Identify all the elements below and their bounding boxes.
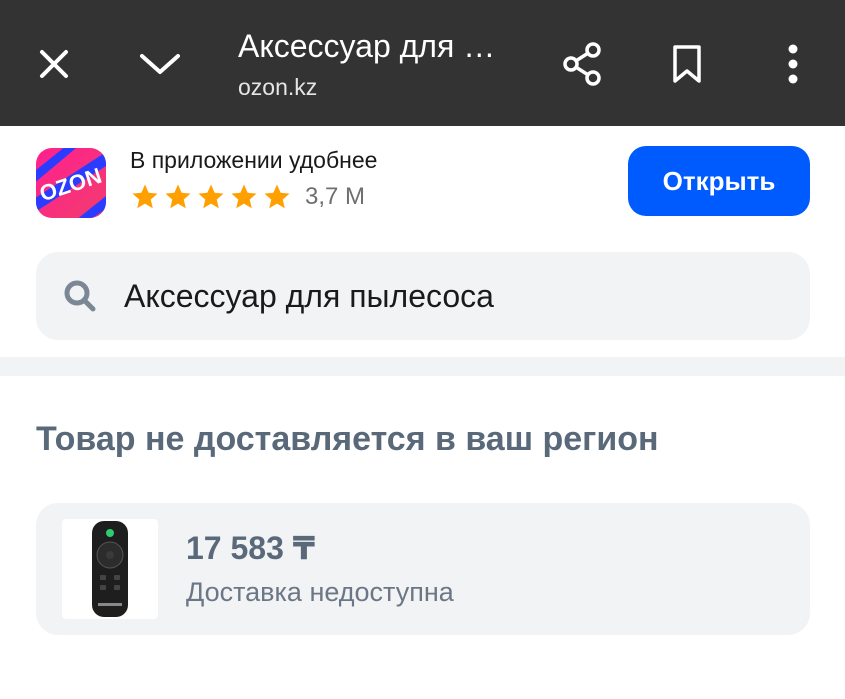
section-divider: [0, 357, 845, 376]
browser-toolbar: Аксессуар для … ozon.kz: [0, 0, 845, 126]
star-icon: [198, 184, 224, 209]
star-icon: [165, 184, 191, 209]
product-card[interactable]: 17 583 ₸ Доставка недоступна: [36, 503, 810, 635]
collapse-button[interactable]: [134, 40, 186, 88]
page-title: Аксессуар для …: [238, 28, 496, 64]
star-icon: [231, 184, 257, 209]
star-icon: [264, 184, 290, 209]
star-icon: [132, 184, 158, 209]
chevron-down-icon: [140, 54, 180, 74]
rating: 3,7 M: [130, 182, 365, 212]
close-icon: [40, 50, 68, 78]
search-field[interactable]: Аксессуар для пылесоса: [36, 252, 810, 340]
open-app-button[interactable]: Открыть: [628, 146, 810, 216]
share-button[interactable]: [556, 38, 608, 90]
bookmark-button[interactable]: [662, 38, 712, 90]
product-image[interactable]: [62, 519, 158, 619]
app-install-banner: OZON В приложении удобнее 3,7 M Открыть: [0, 126, 845, 236]
delivery-region-message: Товар не доставляется в ваш регион: [36, 420, 659, 458]
product-price: 17 583 ₸: [186, 530, 316, 566]
delivery-status: Доставка недоступна: [186, 577, 454, 607]
bookmark-icon: [673, 45, 701, 83]
search-icon: [64, 280, 96, 312]
ozon-app-logo: OZON: [36, 148, 106, 218]
share-icon: [563, 42, 601, 86]
rating-count: 3,7 M: [305, 183, 366, 210]
page-url: ozon.kz: [238, 74, 318, 100]
close-button[interactable]: [30, 40, 78, 88]
search-query[interactable]: Аксессуар для пылесоса: [124, 252, 494, 340]
banner-text: В приложении удобнее: [130, 147, 378, 173]
more-options-button[interactable]: [770, 38, 816, 90]
more-vert-icon: [788, 44, 798, 84]
